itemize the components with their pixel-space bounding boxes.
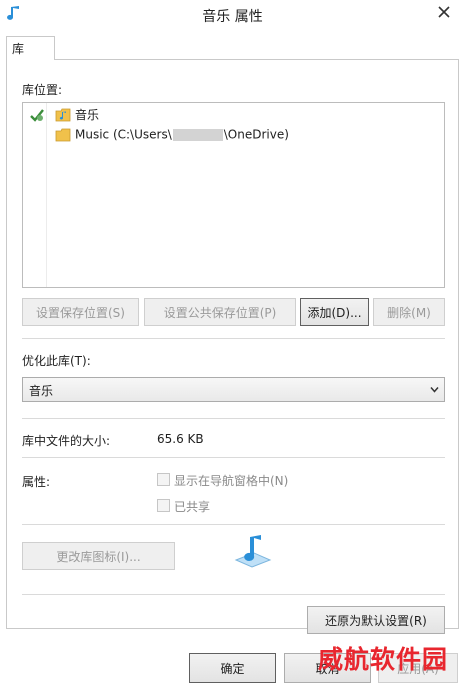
title-bar: 音乐 属性 bbox=[0, 0, 465, 30]
music-library-icon bbox=[234, 535, 272, 568]
list-item-label: 音乐 bbox=[75, 108, 100, 122]
chevron-down-icon bbox=[430, 387, 439, 393]
set-public-save-location-button[interactable]: 设置公共保存位置(P) bbox=[144, 298, 296, 326]
divider bbox=[22, 524, 445, 525]
restore-defaults-button[interactable]: 还原为默认设置(R) bbox=[307, 606, 445, 634]
close-icon[interactable] bbox=[435, 3, 453, 21]
library-locations-list[interactable]: 音乐 Music (C:\Users\ \OneDrive) bbox=[22, 102, 445, 288]
show-in-nav-checkbox[interactable] bbox=[157, 473, 170, 486]
shared-label: 已共享 bbox=[174, 500, 211, 514]
divider bbox=[22, 594, 445, 595]
list-item-path-prefix: Music (C:\Users\ bbox=[75, 127, 172, 142]
divider bbox=[22, 338, 445, 339]
add-location-button[interactable]: 添加(D)... bbox=[300, 298, 369, 326]
shared-checkbox[interactable] bbox=[157, 499, 170, 512]
optimize-library-label: 优化此库(T): bbox=[22, 354, 91, 368]
default-save-location-icon bbox=[30, 109, 44, 122]
watermark: 威航软件园 bbox=[318, 645, 449, 674]
show-in-nav-label: 显示在导航窗格中(N) bbox=[174, 474, 289, 488]
set-save-location-button[interactable]: 设置保存位置(S) bbox=[22, 298, 139, 326]
list-item[interactable]: 音乐 bbox=[55, 106, 99, 124]
divider bbox=[22, 457, 445, 458]
optimize-library-value: 音乐 bbox=[29, 384, 54, 398]
window-title: 音乐 属性 bbox=[202, 9, 263, 25]
tab-library[interactable]: 库 bbox=[6, 36, 55, 60]
library-locations-label: 库位置: bbox=[22, 83, 63, 97]
library-size-label: 库中文件的大小: bbox=[22, 434, 111, 448]
list-item[interactable]: Music (C:\Users\ \OneDrive) bbox=[55, 127, 289, 145]
divider bbox=[22, 418, 445, 419]
folder-icon bbox=[55, 128, 71, 141]
list-item-path-suffix: \OneDrive) bbox=[223, 127, 289, 142]
music-folder-icon bbox=[55, 108, 71, 121]
redacted-username bbox=[172, 128, 223, 141]
remove-location-button[interactable]: 删除(M) bbox=[373, 298, 445, 326]
change-library-icon-button[interactable]: 更改库图标(I)... bbox=[22, 542, 175, 570]
list-divider bbox=[46, 103, 47, 287]
attributes-label: 属性: bbox=[22, 475, 51, 489]
tab-strip: 库 bbox=[0, 36, 465, 60]
library-size-value: 65.6 KB bbox=[157, 432, 204, 446]
optimize-library-select[interactable]: 音乐 bbox=[22, 377, 445, 402]
ok-button[interactable]: 确定 bbox=[189, 653, 276, 683]
